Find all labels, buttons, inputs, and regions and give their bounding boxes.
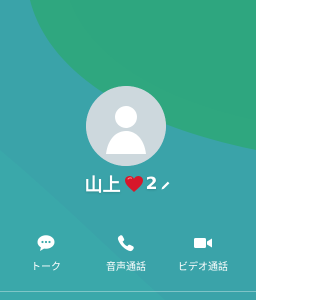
profile-actions: トーク 音声通話 ビデオ通話 (0, 226, 256, 282)
voice-call-button[interactable]: 音声通話 (86, 226, 166, 282)
profile-name: 山上 (84, 175, 121, 196)
profile-avatar[interactable] (86, 86, 166, 166)
phone-icon (117, 235, 134, 252)
talk-button-label: トーク (31, 262, 61, 273)
default-avatar-icon (86, 86, 166, 166)
heart-emoji-icon (124, 176, 143, 192)
chat-bubble-icon (37, 235, 55, 251)
voice-call-button-label: 音声通話 (106, 262, 146, 273)
bottom-divider (0, 291, 256, 292)
profile-screen: 山上 2 トーク 音声通話 ビデオ通話 (0, 0, 256, 300)
video-call-button-label: ビデオ通話 (178, 262, 228, 273)
edit-pencil-icon[interactable] (160, 180, 171, 191)
profile-name-suffix: 2 (145, 174, 158, 194)
talk-button[interactable]: トーク (6, 226, 86, 282)
video-camera-icon (194, 238, 212, 248)
profile-name-row: 山上 2 (0, 170, 256, 198)
video-call-button[interactable]: ビデオ通話 (163, 226, 243, 282)
